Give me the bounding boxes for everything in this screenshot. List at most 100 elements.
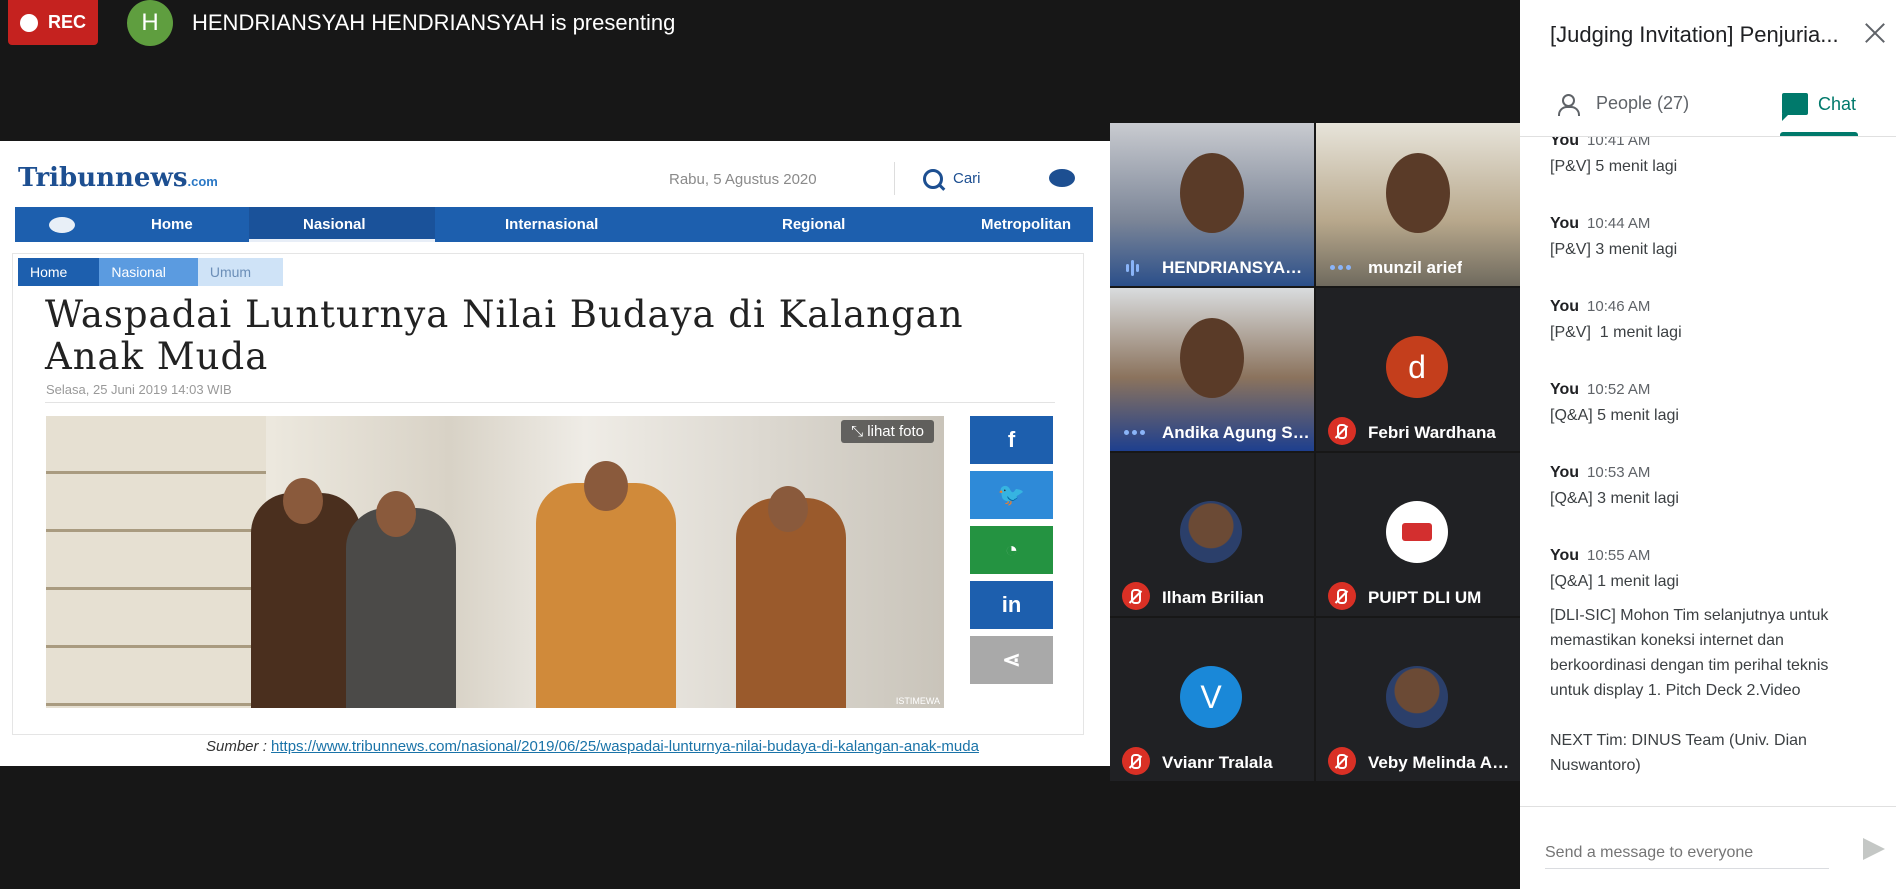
breadcrumb-nasional: Nasional [99,258,198,286]
message-text: [Q&A] 3 menit lagi [1550,490,1679,507]
participant-name: Febri Wardhana [1368,423,1496,442]
photo-person-head [376,491,416,537]
presenting-label: HENDRIANSYAH HENDRIANSYAH is presenting [192,10,676,35]
audio-level-icon [1330,265,1351,270]
site-logo: Tribunnews.com [18,163,218,193]
side-panel: [Judging Invitation] Penjuria... People … [1520,0,1896,889]
meeting-title: [Judging Invitation] Penjuria... [1550,22,1839,47]
message-sender: You [1550,298,1580,315]
message-text: [Q&A] 5 menit lagi [1550,407,1679,424]
avatar: V [1180,666,1242,728]
participant-name: Andika Agung Sut... [1162,423,1310,442]
divider [45,402,1055,403]
participant-tile[interactable]: munzil arief [1316,123,1520,286]
participant-name: PUIPT DLI UM [1368,588,1482,607]
tab-people[interactable]: People (27) [1558,93,1689,116]
photo-person [346,508,456,708]
article-headline: Waspadai Lunturnya Nilai Budaya di Kalan… [45,293,964,378]
mic-muted-icon [1328,747,1356,775]
participant-tile[interactable]: V Vvianr Tralala [1110,618,1314,781]
chat-message: You 10:53 AM [Q&A] 3 menit lagi [1550,464,1870,511]
message-sender: You [1550,464,1580,481]
chat-message: You 10:52 AM [Q&A] 5 menit lagi [1550,381,1870,428]
nav-item-metropolitan: Metropolitan [981,216,1071,233]
message-time: 10:46 AM [1587,298,1651,315]
source-link[interactable]: https://www.tribunnews.com/nasional/2019… [271,738,979,755]
breadcrumb: Home Nasional Umum [18,258,284,286]
chat-icon [1782,93,1808,121]
tab-chat[interactable]: Chat [1782,93,1857,121]
participant-face [1180,318,1244,398]
nav-item-internasional: Internasional [505,216,599,233]
view-photo-label: lihat foto [867,423,924,440]
close-icon[interactable] [1862,20,1888,46]
chat-message: You 10:46 AM [P&V] 1 menit lagi [1550,298,1870,345]
participant-name: HENDRIANSYAH ... [1162,258,1310,277]
site-logo-suffix: .com [187,174,218,189]
search-label: Cari [953,170,981,187]
message-text: [DLI-SIC] Mohon Tim selanjutnya untuk me… [1550,607,1829,774]
article: Home Nasional Umum Waspadai Lunturnya Ni… [12,253,1084,735]
source-prefix: Sumber : [206,738,267,755]
send-icon[interactable] [1863,838,1885,860]
message-text: [P&V] 5 menit lagi [1550,158,1678,175]
site-search-button: Cari [894,162,1048,195]
chat-messages[interactable]: You 10:41 AM [P&V] 5 menit lagi You 10:44 AM… [1550,137,1870,805]
message-time: 10:53 AM [1587,464,1651,481]
message-sender: You [1550,215,1580,232]
photo-person [251,493,361,708]
message-time: 10:44 AM [1587,215,1651,232]
audio-level-icon [1124,430,1145,435]
recording-indicator: REC [8,0,98,45]
nav-item-home: Home [151,216,193,233]
participant-tile[interactable]: HENDRIANSYAH ... [1110,123,1314,286]
linkedin-icon: in [1001,592,1022,617]
tribun-network-icon [49,217,75,233]
share-icon: ⋖ [1002,647,1021,672]
whatsapp-icon: ◔ [1004,537,1019,562]
globe-icon [1049,169,1075,187]
presenter-avatar: H [127,0,173,46]
article-photo: ⤡ lihat foto ISTIMEWA [46,416,944,708]
linkedin-share-button: in [970,581,1053,629]
logo-icon [1402,523,1432,541]
message-sender: You [1550,381,1580,398]
message-sender: You [1550,547,1580,564]
view-photo-button: ⤡ lihat foto [841,420,934,443]
share-share-button: ⋖ [970,636,1053,684]
participant-name: Veby Melinda Ann... [1368,753,1516,772]
participant-tile[interactable]: Ilham Brilian [1110,453,1314,616]
photo-person [536,483,676,708]
message-sender: You [1550,137,1580,149]
photo-shelf [46,416,266,708]
tab-chat-label: Chat [1818,93,1857,114]
photo-credit: ISTIMEWA [895,696,940,706]
chat-message: You 10:44 AM [P&V] 3 menit lagi [1550,215,1870,262]
rec-label: REC [47,12,86,32]
facebook-share-button: f [970,416,1053,464]
divider [1520,806,1896,807]
presenter-initial: H [141,9,159,36]
participant-tile[interactable]: d Febri Wardhana [1316,288,1520,451]
chat-input[interactable] [1545,842,1829,869]
participant-tile[interactable]: Andika Agung Sut... [1110,288,1314,451]
chat-message: You 10:55 AM [Q&A] 1 menit lagi [1550,547,1870,594]
site-logo-text: Tribunnews [18,163,188,193]
breadcrumb-umum: Umum [197,258,284,286]
photo-person-head [584,461,628,511]
people-icon [1558,93,1586,116]
breadcrumb-home: Home [18,258,100,286]
speaking-indicator-icon [1126,260,1139,276]
chat-message: You 10:41 AM [P&V] 5 menit lagi [1550,137,1870,179]
participant-tile[interactable]: Veby Melinda Ann... [1316,618,1520,781]
nav-item-nasional: Nasional [303,216,366,233]
twitter-icon: 🐦 [997,482,1026,507]
chat-message: [DLI-SIC] Mohon Tim selanjutnya untuk me… [1550,599,1870,778]
nav-item-regional: Regional [782,216,846,233]
participant-tile[interactable]: PUIPT DLI UM [1316,453,1520,616]
twitter-share-button: 🐦 [970,471,1053,519]
avatar [1386,501,1448,563]
article-date: Selasa, 25 Juni 2019 14:03 WIB [46,382,232,397]
photo-person-head [283,478,323,524]
avatar [1386,666,1448,728]
